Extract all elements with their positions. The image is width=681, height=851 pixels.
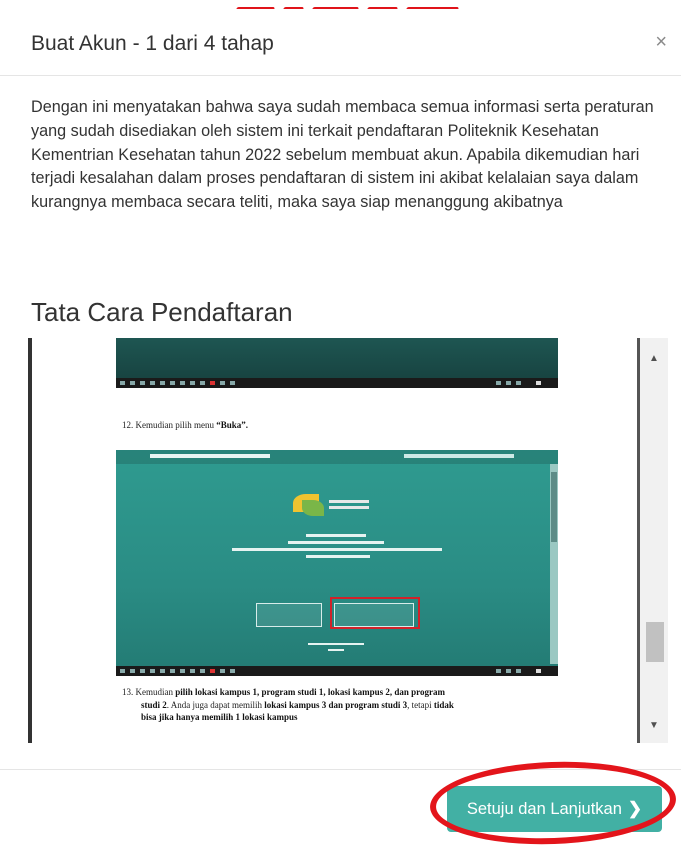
handwritten-annotation-top <box>236 0 486 9</box>
highlight-box <box>330 597 420 629</box>
taskbar <box>116 378 558 388</box>
scroll-up-arrow-icon[interactable]: ▲ <box>640 348 668 370</box>
scrollbar[interactable]: ▲ ▼ <box>640 338 668 743</box>
modal-header: Buat Akun - 1 dari 4 tahap × <box>0 10 681 76</box>
step-12-text: 12. Kemudian pilih menu “Buka”. <box>122 420 248 430</box>
agree-continue-label: Setuju dan Lanjutkan <box>466 799 622 818</box>
agree-continue-button[interactable]: Setuju dan Lanjutkan ❯ <box>447 786 662 832</box>
taskbar <box>116 666 558 676</box>
close-icon[interactable]: × <box>655 32 667 52</box>
scrollbar-thumb[interactable] <box>646 622 664 662</box>
tutorial-screenshot-2 <box>116 450 558 676</box>
modal-title: Buat Akun - 1 dari 4 tahap <box>31 32 274 55</box>
agreement-text: Dengan ini menyatakan bahwa saya sudah m… <box>31 98 654 212</box>
procedure-document: 12. Kemudian pilih menu “Buka”. 13. Kemu… <box>32 338 637 743</box>
chevron-right-icon: ❯ <box>627 799 643 818</box>
screenshot-topbar <box>116 450 558 464</box>
procedure-scroll-panel[interactable]: 12. Kemudian pilih menu “Buka”. 13. Kemu… <box>28 338 668 746</box>
step-13-text: 13. Kemudian pilih lokasi kampus 1, prog… <box>122 687 454 722</box>
section-title: Tata Cara Pendaftaran <box>31 297 293 327</box>
screenshot-button-info <box>256 603 322 627</box>
scroll-down-arrow-icon[interactable]: ▼ <box>640 715 668 737</box>
step-12-bold: “Buka”. <box>216 420 249 430</box>
tutorial-screenshot-1 <box>116 338 558 388</box>
step-12-prefix: 12. Kemudian pilih menu <box>122 420 217 430</box>
